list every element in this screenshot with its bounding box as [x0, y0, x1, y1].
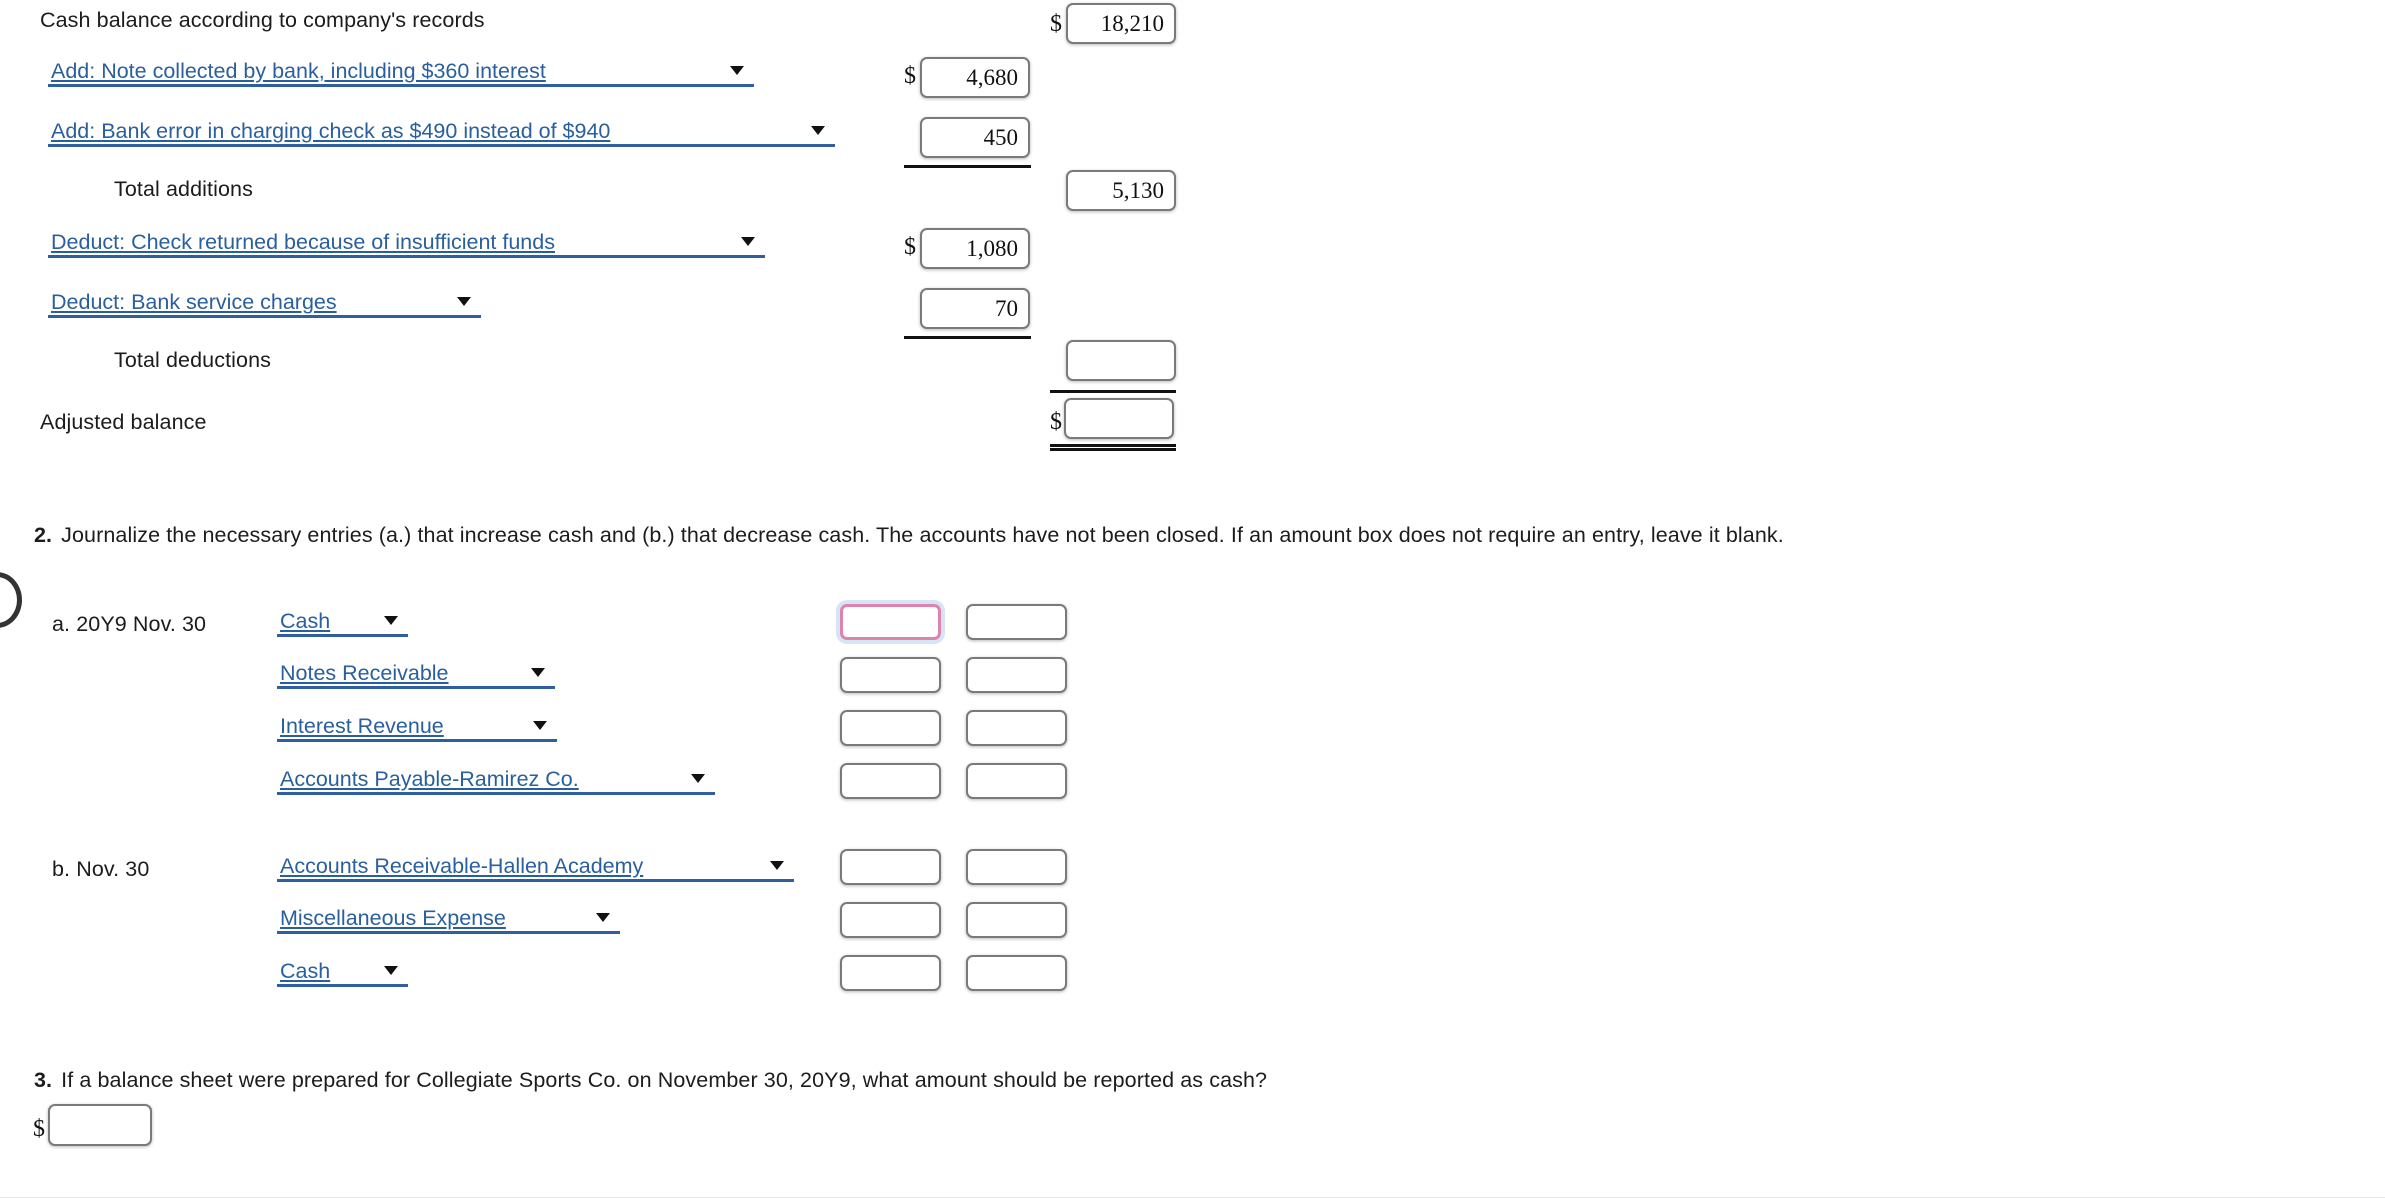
- entry-b-credit-box-3[interactable]: [966, 955, 1067, 991]
- addition-select-2-label: Add: Bank error in charging check as $49…: [51, 118, 611, 143]
- adjusted-balance-top-rule: [1050, 390, 1176, 393]
- question-2-prompt: 2. Journalize the necessary entries (a.) …: [34, 523, 1784, 548]
- deduction-1-dollar-sign: $: [904, 234, 916, 260]
- entry-b-debit-box-1[interactable]: [840, 849, 941, 885]
- entry-b-credit-box-2[interactable]: [966, 902, 1067, 938]
- left-edge-arc-decoration: [0, 572, 22, 628]
- entry-b-account-select-3[interactable]: Cash: [277, 957, 408, 987]
- question-2-number: 2.: [34, 523, 53, 547]
- opening-balance-box[interactable]: 18,210: [1066, 3, 1176, 44]
- question-3-text: If a balance sheet were prepared for Col…: [61, 1068, 1268, 1092]
- page-bottom-divider: [0, 1197, 2385, 1198]
- total-deductions-box[interactable]: [1066, 340, 1176, 381]
- entry-a-debit-box-2[interactable]: [840, 657, 941, 693]
- adjusted-balance-label: Adjusted balance: [40, 410, 207, 434]
- question-3-answer-box[interactable]: [48, 1104, 152, 1146]
- entry-a-credit-box-3[interactable]: [966, 710, 1067, 746]
- cash-balance-label: Cash balance according to company's reco…: [40, 8, 485, 32]
- entry-b-account-label-3: Cash: [280, 958, 331, 983]
- entry-b-account-label-2: Miscellaneous Expense: [280, 905, 506, 930]
- addition-amount-box-2[interactable]: 450: [920, 117, 1030, 158]
- entry-a-credit-box-1[interactable]: [966, 604, 1067, 640]
- addition-select-1-label: Add: Note collected by bank, including $…: [51, 58, 546, 83]
- entry-a-debit-box-4[interactable]: [840, 763, 941, 799]
- entry-a-account-select-3[interactable]: Interest Revenue: [277, 712, 557, 742]
- adjusted-balance-dollar-sign: $: [1050, 409, 1062, 435]
- deductions-subtotal-rule: [904, 336, 1031, 339]
- addition-select-1[interactable]: Add: Note collected by bank, including $…: [48, 57, 754, 87]
- chevron-down-icon: [517, 721, 557, 730]
- chevron-down-icon: [368, 616, 408, 625]
- addition-1-dollar-sign: $: [904, 63, 916, 89]
- deduction-select-2[interactable]: Deduct: Bank service charges: [48, 288, 481, 318]
- entry-a-account-select-2[interactable]: Notes Receivable: [277, 659, 555, 689]
- entry-b-debit-box-2[interactable]: [840, 902, 941, 938]
- chevron-down-icon: [675, 774, 715, 783]
- adjusted-balance-double-rule: [1050, 444, 1176, 451]
- question-3-prompt: 3. If a balance sheet were prepared for C…: [34, 1068, 1267, 1093]
- entry-b-account-select-2[interactable]: Miscellaneous Expense: [277, 904, 620, 934]
- addition-amount-box-1[interactable]: 4,680: [920, 57, 1030, 98]
- chevron-down-icon: [795, 126, 835, 135]
- entry-b-debit-box-3[interactable]: [840, 955, 941, 991]
- entry-a-credit-box-2[interactable]: [966, 657, 1067, 693]
- deduction-select-2-label: Deduct: Bank service charges: [51, 289, 337, 314]
- deduction-select-1[interactable]: Deduct: Check returned because of insuff…: [48, 228, 765, 258]
- entry-b-account-select-1[interactable]: Accounts Receivable-Hallen Academy: [277, 852, 794, 882]
- chevron-down-icon: [714, 66, 754, 75]
- entry-a-date-label: a. 20Y9 Nov. 30: [52, 612, 207, 636]
- entry-a-account-label-2: Notes Receivable: [280, 660, 449, 685]
- entry-a-account-label-1: Cash: [280, 608, 331, 633]
- deduction-amount-box-1[interactable]: 1,080: [920, 228, 1030, 269]
- addition-select-2[interactable]: Add: Bank error in charging check as $49…: [48, 117, 835, 147]
- chevron-down-icon: [580, 913, 620, 922]
- entry-a-credit-box-4[interactable]: [966, 763, 1067, 799]
- total-deductions-label: Total deductions: [114, 348, 271, 372]
- opening-dollar-sign: $: [1050, 11, 1062, 37]
- total-additions-box[interactable]: 5,130: [1066, 170, 1176, 211]
- entry-b-account-label-1: Accounts Receivable-Hallen Academy: [280, 853, 644, 878]
- chevron-down-icon: [515, 668, 555, 677]
- entry-a-debit-box-3[interactable]: [840, 710, 941, 746]
- entry-a-account-select-4[interactable]: Accounts Payable-Ramirez Co.: [277, 765, 715, 795]
- total-additions-label: Total additions: [114, 177, 253, 201]
- chevron-down-icon: [754, 861, 794, 870]
- entry-a-debit-box-1[interactable]: [840, 604, 941, 640]
- question-3-dollar-sign: $: [33, 1116, 45, 1142]
- worksheet-page: Cash balance according to company's reco…: [0, 0, 2385, 1203]
- entry-a-account-label-4: Accounts Payable-Ramirez Co.: [280, 766, 579, 791]
- question-2-text: Journalize the necessary entries (a.) th…: [61, 523, 1784, 547]
- entry-a-account-label-3: Interest Revenue: [280, 713, 444, 738]
- chevron-down-icon: [725, 237, 765, 246]
- additions-subtotal-rule: [904, 165, 1031, 168]
- adjusted-balance-box[interactable]: [1064, 398, 1174, 439]
- entry-a-account-select-1[interactable]: Cash: [277, 607, 408, 637]
- deduction-select-1-label: Deduct: Check returned because of insuff…: [51, 229, 555, 254]
- entry-b-credit-box-1[interactable]: [966, 849, 1067, 885]
- chevron-down-icon: [368, 966, 408, 975]
- chevron-down-icon: [441, 297, 481, 306]
- deduction-amount-box-2[interactable]: 70: [920, 288, 1030, 329]
- entry-b-date-label: b. Nov. 30: [52, 857, 150, 881]
- question-3-number: 3.: [34, 1068, 53, 1092]
